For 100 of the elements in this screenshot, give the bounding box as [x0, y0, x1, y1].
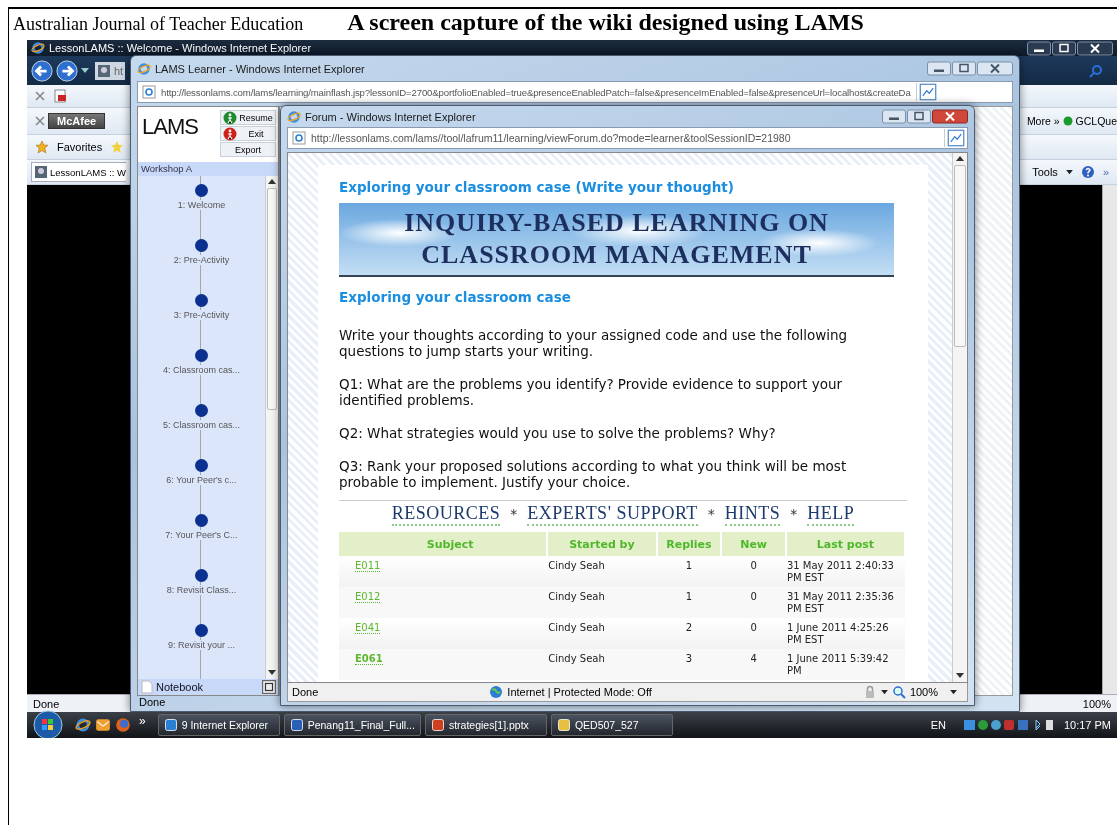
activity-label[interactable]: 6: Your Peer's c... — [166, 475, 237, 485]
globe-icon[interactable] — [115, 717, 131, 733]
scroll-thumb[interactable] — [954, 165, 966, 347]
table-cell: Cindy Seah — [547, 556, 657, 587]
close-icon[interactable] — [35, 116, 45, 126]
scrollbar[interactable] — [265, 176, 278, 679]
compatibility-icon[interactable] — [944, 129, 967, 147]
table-cell: Cindy Seah — [547, 649, 657, 680]
taskbar-button[interactable]: Penang11_Final_Full... — [283, 714, 421, 736]
activity-node[interactable] — [195, 349, 208, 362]
activity-label[interactable]: 7: Your Peer's C... — [165, 530, 238, 540]
caret-icon — [81, 67, 89, 74]
nav-link[interactable]: HINTS — [724, 503, 781, 526]
activity-node[interactable] — [195, 404, 208, 417]
url-text: http://lessonlams.com/lams/learning/mainflash.jsp?lessonID=2700&portfolioEnabled=true&presenceEnabledPatch=false&presenceImEnabled=false&presenceUrl=localhost&createDa — [161, 86, 911, 98]
column-header: Subject — [339, 532, 548, 556]
close-icon[interactable] — [35, 91, 45, 101]
lesson-button[interactable]: Resume — [220, 110, 276, 125]
address-field[interactable]: ht — [95, 61, 126, 80]
close-button[interactable] — [932, 109, 968, 124]
maximize-button[interactable] — [1052, 40, 1076, 56]
scroll-down-icon[interactable] — [268, 670, 276, 676]
activity-node[interactable] — [195, 184, 208, 197]
compatibility-icon[interactable] — [915, 83, 939, 101]
expand-icon[interactable] — [262, 680, 276, 694]
instruction-text: Q3: Rank your proposed solutions according to what you think will be most probable to implement. Justify your choice. — [339, 458, 848, 490]
tools-menu[interactable]: Tools — [1032, 166, 1058, 178]
more-chevron[interactable]: » — [1102, 166, 1109, 178]
table-cell: 31 May 2011 2:35:36 PM EST — [785, 587, 905, 618]
activity-label[interactable]: 4: Classroom cas... — [163, 365, 240, 375]
notebook-label[interactable]: Notebook — [156, 681, 204, 693]
mcafee-toolbar-button[interactable]: McAfee — [48, 113, 106, 129]
maximize-button[interactable] — [907, 109, 931, 124]
browser-icon[interactable] — [75, 717, 91, 733]
activity-node[interactable] — [195, 624, 208, 637]
nav-link[interactable]: EXPERTS' SUPPORT — [527, 503, 698, 526]
scrollbar[interactable] — [952, 153, 967, 682]
activity-node[interactable] — [195, 294, 208, 307]
favorites-button[interactable]: Favorites — [57, 141, 103, 153]
taskbar-button[interactable]: strategies[1].pptx — [424, 714, 547, 736]
nav-link[interactable]: RESOURCES — [391, 503, 501, 526]
scrollbar[interactable] — [1102, 185, 1117, 694]
address-field[interactable]: http://lessonlams.com/lams/learning/mainflash.jsp?lessonID=2700&portfolioEnabled=true&presenceEnabledPatch=false&presenceImEnabled=false&presenceUrl=localhost&createDa — [137, 81, 1013, 103]
maximize-button[interactable] — [952, 61, 976, 76]
activity-node[interactable] — [195, 514, 208, 527]
close-button[interactable] — [1077, 40, 1113, 56]
zoom-level[interactable]: 100% — [909, 686, 938, 698]
table-cell: 4 — [721, 649, 786, 680]
instruction-text: Q1: What are the problems you identify? Provide evidence to support your identified problems. — [339, 376, 843, 408]
taskbar-button[interactable]: QED507_527 — [550, 714, 673, 736]
activity-label[interactable]: 5: Classroom cas... — [163, 420, 240, 430]
nav-link[interactable]: HELP — [807, 503, 855, 526]
activity-node[interactable] — [195, 239, 208, 252]
table-cell: 1 June 2011 5:39:42 PM — [785, 649, 905, 680]
activity-label[interactable]: 9: Revisit your ... — [168, 640, 235, 650]
back-button[interactable] — [31, 59, 53, 82]
more-chevron[interactable]: » — [139, 714, 146, 728]
table-cell: 1 June 2011 4:25:26 PM EST — [785, 618, 905, 649]
minimize-button[interactable] — [1027, 40, 1051, 56]
address-field[interactable]: http://lessonlams.com/lams//tool/lafrum11/learning/viewForum.do?mode=learner&toolSessionID=21980 — [287, 127, 968, 149]
more-link[interactable]: More » — [1026, 115, 1060, 127]
scroll-thumb[interactable] — [267, 188, 277, 410]
minimize-button[interactable] — [927, 61, 951, 76]
activity-label[interactable]: 1: Welcome — [177, 200, 226, 210]
browser-tab[interactable]: LessonLAMS :: W — [31, 162, 127, 182]
close-button[interactable] — [977, 61, 1013, 76]
instruction-text: Write your thoughts according to your assigned code and use the following questions to jump starts your writing. — [339, 327, 849, 359]
start-button[interactable] — [33, 710, 63, 738]
section-heading: Exploring your classroom case — [339, 289, 572, 305]
table-cell: 1 — [656, 587, 722, 618]
scroll-up-icon[interactable] — [956, 156, 964, 162]
mail-icon[interactable] — [95, 717, 111, 733]
person-icon — [223, 126, 237, 141]
scroll-down-icon[interactable] — [956, 673, 964, 679]
link-item[interactable]: GCLQue — [1075, 115, 1117, 127]
star-icon — [35, 140, 49, 154]
forward-button[interactable] — [56, 59, 78, 82]
activity-label[interactable]: 8: Revisit Class... — [166, 585, 237, 595]
tray-icons-drawing[interactable] — [963, 718, 1054, 732]
caret-icon[interactable] — [1065, 169, 1073, 175]
table-cell: 0 — [721, 618, 786, 649]
zoom-level[interactable]: 100% — [1082, 697, 1111, 710]
table-cell: 31 May 2011 2:40:33 PM EST — [785, 556, 905, 587]
search-icon[interactable] — [1089, 63, 1103, 78]
page-icon — [97, 63, 111, 78]
activity-label[interactable]: 3: Pre-Activity — [173, 310, 230, 320]
language-indicator[interactable]: EN — [930, 719, 946, 731]
activity-node[interactable] — [195, 569, 208, 582]
column-header: Started by — [547, 532, 657, 556]
taskbar-button[interactable]: 9 Internet Explorer — [157, 714, 280, 736]
activity-node[interactable] — [195, 459, 208, 472]
minimize-button[interactable] — [882, 109, 906, 124]
activity-label[interactable]: 2: Pre-Activity — [173, 255, 230, 265]
app-icon — [163, 718, 178, 732]
lesson-button[interactable]: Export — [220, 142, 276, 157]
instruction-text: Q2: What strategies would you use to solve the problems? Why? — [339, 425, 777, 441]
document-icon[interactable] — [53, 89, 67, 103]
lesson-button[interactable]: Exit — [220, 126, 276, 141]
help-icon[interactable] — [1080, 165, 1095, 179]
dot-icon — [1062, 116, 1073, 126]
